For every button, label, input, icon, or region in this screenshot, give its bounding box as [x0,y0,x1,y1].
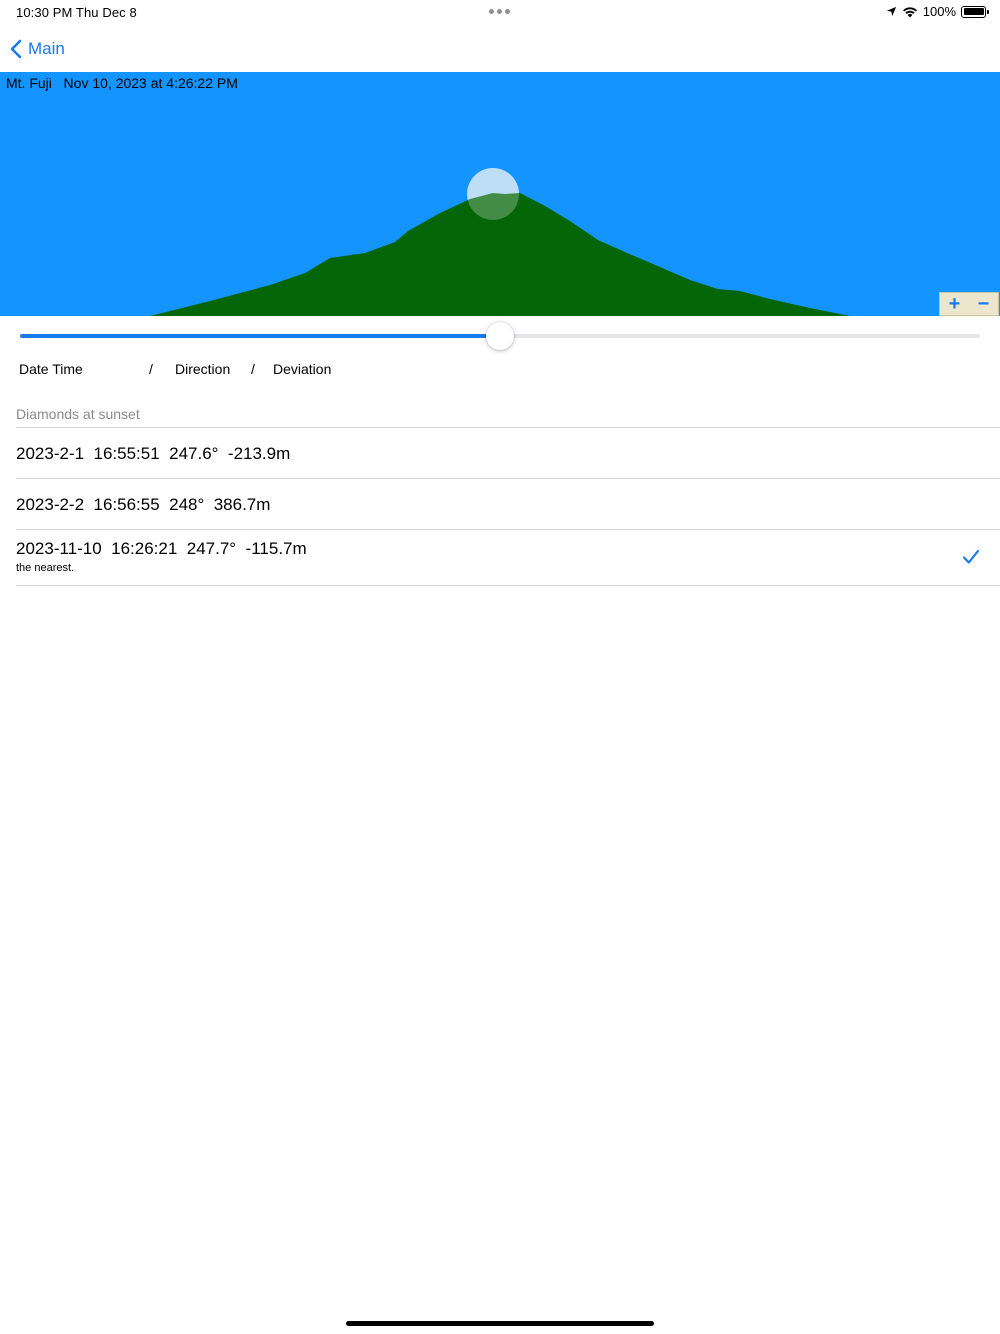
time-slider[interactable] [20,322,980,350]
slider-fill [20,334,500,338]
column-separator: / [149,361,153,377]
section-title: Diamonds at sunset [16,406,140,422]
status-bar: 10:30 PM Thu Dec 8 100% [0,0,1000,24]
divider [16,585,1000,586]
list-item[interactable]: 2023-2-1 16:55:51 247.6° -213.9m [0,428,1000,478]
zoom-out-button[interactable]: − [969,293,998,315]
scene-caption: Mt. Fuji Nov 10, 2023 at 4:26:22 PM [6,75,238,91]
location-arrow-icon [886,6,896,17]
back-button-label: Main [28,39,65,58]
list-item-text: 2023-2-1 16:55:51 247.6° -213.9m [16,444,291,463]
checkmark-icon [962,549,980,564]
multitasking-dots-icon[interactable] [489,9,510,14]
zoom-controls: + − [939,292,999,316]
column-deviation: Deviation [273,361,332,377]
list-item[interactable]: 2023-2-2 16:56:55 248° 386.7m [0,479,1000,529]
status-indicators: 100% [886,4,989,19]
battery-icon [961,5,989,18]
zoom-in-button[interactable]: + [940,293,969,315]
list-item-subtitle: the nearest. [16,562,75,574]
list-item-text: 2023-2-2 16:56:55 248° 386.7m [16,495,271,514]
battery-percent: 100% [922,4,956,19]
wifi-icon [902,6,917,17]
chevron-left-icon [10,39,22,59]
back-button[interactable]: Main [10,36,65,62]
list-item-text: 2023-11-10 16:26:21 247.7° -115.7m [16,539,307,558]
home-indicator[interactable] [346,1321,654,1326]
sun-glow [467,168,519,220]
status-time: 10:30 PM Thu Dec 8 [16,5,137,20]
mountain-view[interactable]: Mt. Fuji Nov 10, 2023 at 4:26:22 PM + − [0,72,1000,316]
column-direction: Direction [175,361,231,377]
list-item-selected[interactable]: 2023-11-10 16:26:21 247.7° -115.7m the n… [0,530,1000,585]
slider-thumb[interactable] [486,322,514,350]
mountain-illustration [150,168,850,316]
column-date-time: Date Time [19,361,83,377]
column-separator: / [251,361,255,377]
